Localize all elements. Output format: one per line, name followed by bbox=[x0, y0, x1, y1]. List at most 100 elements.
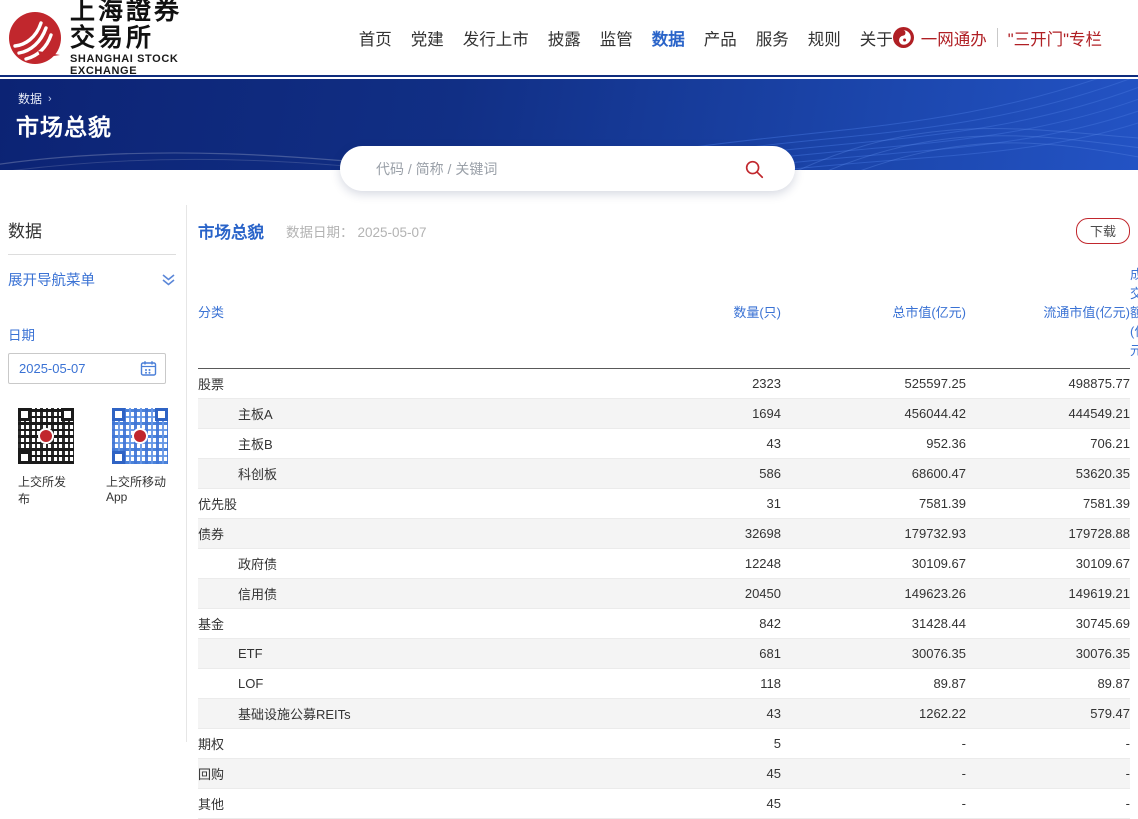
value-cell: 586 bbox=[613, 459, 781, 489]
nav-item-4[interactable]: 监管 bbox=[600, 26, 633, 50]
value-cell: 30745.69 bbox=[966, 609, 1130, 639]
sse-logo[interactable]: 上海證券交易所 SHANGHAI STOCK EXCHANGE bbox=[8, 0, 191, 77]
value-cell: 20450 bbox=[613, 579, 781, 609]
chevron-double-down-icon bbox=[161, 273, 176, 287]
divider bbox=[997, 28, 998, 47]
main-content: 市场总貌 数据日期：2025-05-07 下载 分类数量(只)总市值(亿元)流通… bbox=[187, 205, 1138, 742]
search-input[interactable] bbox=[376, 161, 741, 177]
date-input[interactable] bbox=[19, 361, 140, 376]
breadcrumb-chevron-icon: › bbox=[48, 93, 52, 105]
value-cell: 444549.21 bbox=[966, 399, 1130, 429]
value-cell: 1262.22 bbox=[781, 699, 966, 729]
table-row: 主板B43952.36706.211.72 bbox=[198, 429, 1130, 459]
table-row: 其他45--1.00 bbox=[198, 789, 1130, 819]
nav-item-8[interactable]: 规则 bbox=[808, 26, 841, 50]
expand-nav-menu-label: 展开导航菜单 bbox=[8, 269, 95, 290]
value-cell: 45 bbox=[613, 789, 781, 819]
nav-item-1[interactable]: 党建 bbox=[411, 26, 444, 50]
category-cell: 科创板 bbox=[198, 459, 613, 489]
value-cell: 579.47 bbox=[966, 699, 1130, 729]
table-row: 债券32698179732.93179728.881066.03 bbox=[198, 519, 1130, 549]
value-cell: 706.21 bbox=[966, 429, 1130, 459]
table-row: 优先股317581.397581.390.06 bbox=[198, 489, 1130, 519]
page: 上海證券交易所 SHANGHAI STOCK EXCHANGE 首页党建发行上市… bbox=[0, 0, 1138, 742]
category-cell: LOF bbox=[198, 669, 613, 699]
yiwangtongban-link[interactable]: 一网通办 bbox=[921, 26, 987, 50]
sse-logo-subtitle: SHANGHAI STOCK EXCHANGE bbox=[70, 53, 191, 77]
sse-logo-dot bbox=[132, 428, 148, 444]
category-cell: 债券 bbox=[198, 519, 613, 549]
data-date-value: 2025-05-07 bbox=[358, 225, 427, 240]
category-cell: 股票 bbox=[198, 369, 613, 399]
value-cell: 43 bbox=[613, 429, 781, 459]
qr-code-wechat: 上交所发布 bbox=[18, 408, 74, 507]
value-cell: 149623.26 bbox=[781, 579, 966, 609]
qr-label: 上交所移动App bbox=[106, 473, 174, 504]
data-date-caption: 数据日期： 2025-05-07 bbox=[286, 221, 427, 241]
value-cell: - bbox=[966, 729, 1130, 759]
calendar-icon[interactable] bbox=[140, 360, 165, 377]
breadcrumb-item-data[interactable]: 数据 bbox=[18, 90, 42, 107]
value-cell: 45 bbox=[613, 759, 781, 789]
qr-image bbox=[18, 408, 74, 464]
qr-code-app: 上交所移动App bbox=[106, 408, 174, 507]
date-label: 日期 bbox=[8, 324, 174, 344]
sse-logo-text: 上海證券交易所 SHANGHAI STOCK EXCHANGE bbox=[70, 0, 191, 77]
nav-item-2[interactable]: 发行上市 bbox=[463, 26, 529, 50]
category-cell: 基金 bbox=[198, 609, 613, 639]
value-cell: 2323 bbox=[613, 369, 781, 399]
table-row: LOF11889.8789.873.16 bbox=[198, 669, 1130, 699]
data-date-label: 数据日期： bbox=[286, 225, 354, 240]
table-row: 政府债1224830109.6730109.67190.47 bbox=[198, 549, 1130, 579]
table-row: 基金84231428.4430745.691896.93 bbox=[198, 609, 1130, 639]
value-cell: 7581.39 bbox=[966, 489, 1130, 519]
search-icon[interactable] bbox=[741, 156, 767, 182]
download-button[interactable]: 下载 bbox=[1076, 218, 1130, 244]
sse-logo-dot bbox=[38, 428, 54, 444]
value-cell: 32698 bbox=[613, 519, 781, 549]
expand-nav-menu[interactable]: 展开导航菜单 bbox=[8, 269, 176, 290]
content-title: 市场总貌 bbox=[198, 219, 264, 243]
value-cell: 1694 bbox=[613, 399, 781, 429]
value-cell: 53620.35 bbox=[966, 459, 1130, 489]
sidebar-section-title: 数据 bbox=[8, 217, 174, 242]
value-cell: 842 bbox=[613, 609, 781, 639]
value-cell: - bbox=[781, 729, 966, 759]
sse-logo-icon bbox=[8, 11, 62, 65]
nav-item-5[interactable]: 数据 bbox=[652, 26, 685, 50]
value-cell: 89.87 bbox=[781, 669, 966, 699]
category-cell: 其他 bbox=[198, 789, 613, 819]
table-row: ETF68130076.3530076.351889.88 bbox=[198, 639, 1130, 669]
value-cell: 179728.88 bbox=[966, 519, 1130, 549]
table-row: 股票2323525597.25498875.775960.07 bbox=[198, 369, 1130, 399]
divider bbox=[8, 254, 176, 255]
table-row: 信用债20450149623.26149619.21875.55 bbox=[198, 579, 1130, 609]
value-cell: - bbox=[781, 789, 966, 819]
value-cell: 43 bbox=[613, 699, 781, 729]
value-cell: 30076.35 bbox=[966, 639, 1130, 669]
value-cell: 118 bbox=[613, 669, 781, 699]
value-cell: 30109.67 bbox=[781, 549, 966, 579]
value-cell: 12248 bbox=[613, 549, 781, 579]
date-picker bbox=[8, 353, 166, 384]
sse-logo-title: 上海證券交易所 bbox=[70, 0, 191, 51]
value-cell: 31428.44 bbox=[781, 609, 966, 639]
category-cell: 基础设施公募REITs bbox=[198, 699, 613, 729]
value-cell: 149619.21 bbox=[966, 579, 1130, 609]
sankaimen-link[interactable]: "三开门"专栏 bbox=[1008, 26, 1102, 50]
market-overview-table: 分类数量(只)总市值(亿元)流通市值(亿元)成交额(亿元) 股票23235255… bbox=[198, 254, 1130, 819]
nav-item-7[interactable]: 服务 bbox=[756, 26, 789, 50]
category-cell: 回购 bbox=[198, 759, 613, 789]
nav-item-3[interactable]: 披露 bbox=[548, 26, 581, 50]
nav-item-9[interactable]: 关于 bbox=[860, 26, 893, 50]
table-row: 科创板58668600.4753620.351112.96 bbox=[198, 459, 1130, 489]
content-header: 市场总貌 数据日期： 2025-05-07 下载 bbox=[198, 218, 1130, 244]
nav-item-0[interactable]: 首页 bbox=[359, 26, 392, 50]
value-cell: 30109.67 bbox=[966, 549, 1130, 579]
column-header-0: 分类 bbox=[198, 254, 613, 369]
column-header-2: 总市值(亿元) bbox=[781, 254, 966, 369]
value-cell: 89.87 bbox=[966, 669, 1130, 699]
value-cell: 7581.39 bbox=[781, 489, 966, 519]
value-cell: 456044.42 bbox=[781, 399, 966, 429]
nav-item-6[interactable]: 产品 bbox=[704, 26, 737, 50]
